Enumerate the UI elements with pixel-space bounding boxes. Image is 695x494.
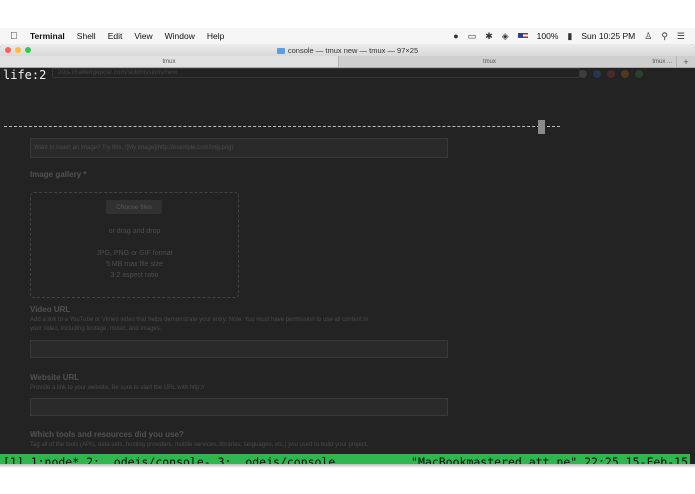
window-title: console — tmux new — tmux — 97×25 bbox=[0, 46, 695, 55]
tab-bar: tmux tmux tmux ... + bbox=[0, 56, 695, 68]
bluetooth-icon[interactable]: ✱ bbox=[485, 31, 493, 42]
ghost-video-hint-1: Add a link to a YouTube or Vimeo video t… bbox=[30, 317, 369, 323]
window-shadow bbox=[0, 464, 695, 468]
ghost-video-hint-2: your video, including footage, music, an… bbox=[30, 326, 162, 332]
input-source-flag-icon[interactable] bbox=[517, 32, 528, 40]
new-tab-button[interactable]: + bbox=[677, 56, 695, 67]
zoom-button[interactable] bbox=[25, 47, 31, 53]
ghost-website-field bbox=[30, 398, 448, 416]
ghost-tools-hint: Tag all of the tools (APIs, data sets, h… bbox=[30, 442, 369, 448]
ghost-drag-drop-text: or drag and drop bbox=[108, 228, 161, 235]
wifi-icon[interactable]: ◈ bbox=[502, 31, 509, 42]
ghost-website-heading: Website URL bbox=[30, 373, 80, 382]
ghost-size-text: 5 MB max file size bbox=[106, 261, 163, 268]
close-button[interactable] bbox=[5, 47, 11, 53]
battery-icon[interactable]: ▮ bbox=[567, 31, 572, 42]
minimize-button[interactable] bbox=[15, 47, 21, 53]
tab-tmux-2-label: tmux bbox=[482, 58, 496, 65]
terminal-content[interactable]: 20js.challengepost.com/submissions/new W… bbox=[0, 68, 695, 464]
window-titlebar[interactable]: console — tmux new — tmux — 97×25 bbox=[0, 44, 695, 56]
ghost-extension-icon bbox=[579, 70, 587, 78]
ghost-website-hint: Provide a link to your website. Be sure … bbox=[30, 385, 205, 391]
ghost-tools-heading: Which tools and resources did you use? bbox=[30, 430, 184, 439]
battery-percent: 100% bbox=[536, 31, 559, 41]
airplay-icon[interactable]: ▭ bbox=[468, 31, 477, 42]
ghost-video-heading: Video URL bbox=[30, 305, 71, 314]
menu-app-terminal[interactable]: Terminal bbox=[30, 31, 65, 41]
notification-icon[interactable]: ● bbox=[453, 31, 458, 41]
terminal-window: console — tmux new — tmux — 97×25 tmux t… bbox=[0, 44, 695, 464]
background-browser-ghost: 20js.challengepost.com/submissions/new W… bbox=[0, 68, 695, 464]
menu-shell[interactable]: Shell bbox=[77, 31, 96, 41]
ghost-extension-icon bbox=[593, 70, 601, 78]
ghost-choose-files-button: Choose files bbox=[106, 200, 162, 214]
tab-tmux-3-label[interactable]: tmux ... bbox=[640, 59, 676, 65]
apple-icon[interactable]:  bbox=[10, 31, 24, 42]
terminal-prompt: life:2 bbox=[3, 68, 47, 82]
menu-bar:  Terminal Shell Edit View Window Help ●… bbox=[0, 28, 695, 44]
terminal-cursor bbox=[538, 120, 545, 134]
tab-tmux-2[interactable]: tmux tmux ... bbox=[339, 56, 677, 67]
ghost-extension-icons bbox=[569, 68, 689, 80]
status-menus: ● ▭ ✱ ◈ 100% ▮ Sun 10:25 PM ♙ ⚲ ☰ bbox=[453, 31, 695, 42]
ghost-format-text: JPG, PNG or GIF format bbox=[96, 250, 173, 257]
menu-clock[interactable]: Sun 10:25 PM bbox=[581, 31, 635, 41]
tab-tmux-1[interactable]: tmux bbox=[0, 56, 339, 67]
ghost-extension-icon bbox=[621, 70, 629, 78]
menu-help[interactable]: Help bbox=[207, 31, 224, 41]
ghost-video-field bbox=[30, 340, 448, 358]
window-controls bbox=[5, 47, 31, 53]
ghost-aspect-text: 3:2 aspect ratio bbox=[110, 272, 159, 279]
menu-view[interactable]: View bbox=[134, 31, 152, 41]
notification-center-icon[interactable]: ☰ bbox=[677, 31, 685, 42]
ghost-extension-icon bbox=[635, 70, 643, 78]
ghost-url: 20js.challengepost.com/submissions/new bbox=[58, 69, 178, 76]
dashed-line-output bbox=[4, 126, 560, 127]
menu-window[interactable]: Window bbox=[165, 31, 195, 41]
ghost-extension-icon bbox=[607, 70, 615, 78]
user-icon[interactable]: ♙ bbox=[644, 31, 652, 42]
folder-icon bbox=[276, 47, 285, 54]
tmux-status-bar: [1] 1:node* 2:..odejs/console- 3:..odejs… bbox=[0, 454, 690, 464]
tmux-host-datetime: "MacBookmastered.att.ne" 22:25 15-Feb-15 bbox=[411, 454, 688, 465]
menu-edit[interactable]: Edit bbox=[108, 31, 123, 41]
tmux-window-list[interactable]: [1] 1:node* 2:..odejs/console- 3:..odejs… bbox=[0, 455, 335, 465]
ghost-image-hint: Want to insert an image? Try this: ![My … bbox=[34, 145, 234, 151]
spotlight-search-icon[interactable]: ⚲ bbox=[661, 31, 668, 42]
ghost-image-gallery-heading: Image gallery * bbox=[30, 170, 87, 179]
